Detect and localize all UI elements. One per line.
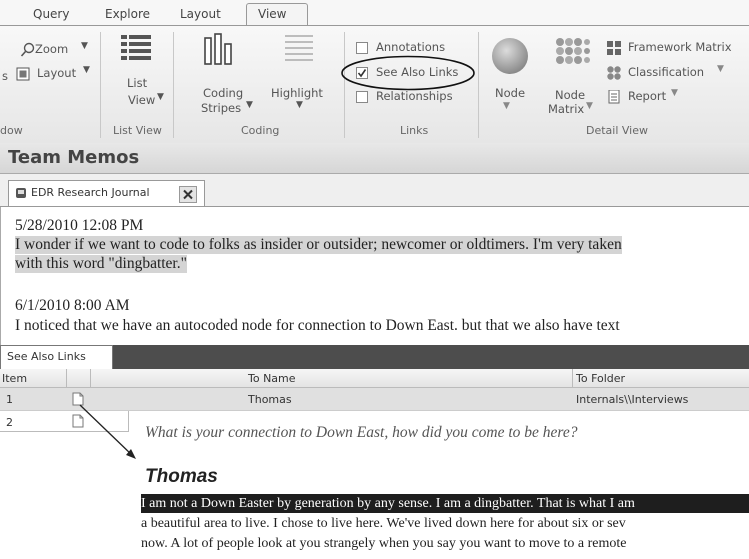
entry-date: 6/1/2010 8:00 AM (15, 297, 130, 314)
entry-text: I noticed that we have an autocoded node… (15, 317, 620, 334)
stripes-label: Stripes (201, 101, 242, 115)
framework-matrix-icon (607, 41, 621, 55)
divider (173, 32, 174, 138)
classification-icon (607, 66, 621, 80)
header-to-name[interactable]: To Name (248, 372, 296, 385)
coding-group-label: Coding (241, 124, 280, 137)
column-divider (90, 369, 91, 387)
journal-content[interactable]: 5/28/2010 12:08 PM I wonder if we want t… (0, 207, 749, 345)
entry-date: 5/28/2010 12:08 PM (15, 217, 144, 234)
document-tab-bar: EDR Research Journal (0, 174, 749, 207)
tab-explore[interactable]: Explore (105, 7, 150, 21)
relationships-check (356, 91, 368, 103)
node-matrix-button[interactable]: Node Matrix ▼ (544, 32, 600, 120)
layout-icon (16, 67, 30, 81)
view-label: View (128, 93, 156, 107)
ribbon: s Zoom ▼ Layout ▼ dow List View ▼ List V… (0, 25, 749, 145)
document-icon (72, 414, 84, 428)
ribbon-tab-bar: Query Explore Layout View (0, 0, 749, 27)
chevron-down-icon: ▼ (586, 101, 593, 111)
detail-view-group-label: Detail View (586, 124, 649, 137)
node-label: Node (495, 86, 526, 100)
interview-question: What is your connection to Down East, ho… (145, 424, 578, 441)
coding-stripes-button[interactable]: Coding Stripes ▼ (186, 32, 253, 120)
node-matrix-label-2: Matrix (548, 102, 585, 116)
table-row[interactable]: 2 (0, 411, 129, 432)
highlight-label: Highlight (271, 86, 323, 100)
relationships-label: Relationships (376, 89, 453, 103)
chevron-down-icon: ▼ (671, 88, 678, 98)
tab-layout[interactable]: Layout (180, 7, 221, 21)
close-icon (183, 189, 193, 200)
memos-title: Team Memos (8, 147, 140, 168)
node-matrix-icon (556, 38, 590, 64)
report-label: Report (628, 89, 667, 103)
node-matrix-label-1: Node (555, 88, 586, 102)
chevron-down-icon: ▼ (157, 92, 164, 102)
report-icon (608, 90, 620, 104)
chevron-down-icon: ▼ (296, 100, 303, 110)
header-to-folder[interactable]: To Folder (576, 372, 625, 385)
node-button[interactable]: Node ▼ (486, 32, 538, 120)
entry-text: I wonder if we want to code to folks as … (15, 236, 622, 254)
transcript-line: now. A lot of people look at you strange… (141, 536, 627, 551)
divider (478, 32, 479, 138)
classification-button[interactable]: Classification ▼ (607, 64, 749, 81)
interviewee-name: Thomas (145, 466, 218, 487)
list-label: List (127, 76, 148, 90)
see-also-links-tab-label: See Also Links (7, 350, 86, 363)
close-tab-button[interactable] (179, 186, 197, 203)
row-item: 1 (6, 393, 13, 406)
links-group-label: Links (400, 124, 429, 137)
column-divider (66, 369, 67, 387)
row-item: 2 (6, 416, 13, 429)
layout-label: Layout (37, 66, 77, 80)
tab-view[interactable]: View (258, 7, 286, 21)
relationships-checkbox[interactable]: Relationships (356, 89, 466, 105)
chevron-down-icon: ▼ (81, 41, 88, 51)
chevron-down-icon: ▼ (246, 100, 253, 110)
chevron-down-icon: ▼ (717, 64, 724, 74)
transcript-line: a beautiful area to live. I chose to liv… (141, 516, 626, 531)
chevron-down-icon: ▼ (83, 65, 90, 75)
zoom-label: Zoom (35, 42, 69, 56)
list-view-group-label: List View (113, 124, 162, 137)
search-icon (20, 42, 35, 57)
report-button[interactable]: Report ▼ (607, 88, 749, 105)
see-also-links-tab[interactable]: See Also Links (0, 345, 113, 370)
table-header-row: Item To Name To Folder (0, 369, 749, 388)
chevron-down-icon: ▼ (503, 101, 510, 111)
callout-ellipse (341, 55, 475, 91)
entry-text: with this word "dingbatter." (15, 255, 187, 273)
header-item[interactable]: Item (2, 372, 27, 385)
doc-tab-label: EDR Research Journal (31, 186, 150, 199)
side-letter: s (2, 69, 8, 83)
list-view-button[interactable]: List View ▼ (108, 32, 166, 120)
annotations-check (356, 42, 368, 54)
divider (100, 32, 101, 138)
row-to-name: Thomas (248, 393, 292, 406)
window-group-label: dow (0, 124, 23, 137)
framework-matrix-label: Framework Matrix (628, 40, 732, 54)
highlight-button[interactable]: Highlight ▼ (254, 32, 334, 120)
list-icon (121, 35, 151, 60)
row-to-folder: Internals\\Interviews (576, 393, 689, 406)
see-also-links-bar: See Also Links (0, 345, 749, 370)
doc-tab-edr-research-journal[interactable]: EDR Research Journal (8, 180, 205, 206)
coding-label: Coding (203, 86, 244, 100)
journal-icon (16, 188, 26, 198)
node-icon (492, 38, 528, 74)
column-divider (572, 369, 573, 387)
table-row[interactable]: 1 Thomas Internals\\Interviews (0, 388, 749, 411)
framework-matrix-button[interactable]: Framework Matrix (607, 40, 749, 56)
highlight-icon (285, 35, 313, 61)
see-also-links-table: Item To Name To Folder 1 Thomas Internal… (0, 369, 749, 432)
annotations-label: Annotations (376, 40, 446, 54)
coding-stripes-icon (204, 33, 232, 65)
memos-header: Team Memos (0, 143, 749, 174)
document-icon (72, 392, 84, 406)
tab-query[interactable]: Query (33, 7, 69, 21)
transcript-line: I am not a Down Easter by generation by … (141, 496, 635, 511)
classification-label: Classification (628, 65, 705, 79)
